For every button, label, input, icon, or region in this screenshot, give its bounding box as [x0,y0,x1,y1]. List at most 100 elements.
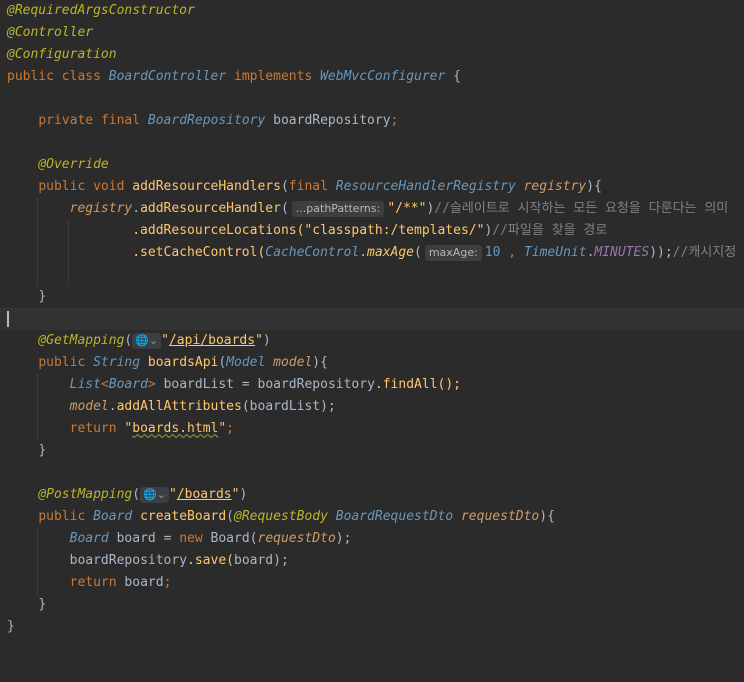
variable: board [124,575,164,590]
current-line[interactable] [0,308,744,330]
class-name: BoardRepository [147,113,266,128]
brace: { [320,355,328,370]
parameter: requestDto [257,531,336,546]
interface-name: WebMvcConfigurer [320,69,446,84]
code-line[interactable]: model.addAllAttributes(boardList); [0,396,744,418]
annotation: @Override [38,157,109,172]
code-line[interactable]: List<Board> boardList = boardRepository.… [0,374,744,396]
class-name: ResourceHandlerRegistry [335,179,516,194]
annotation: @RequestBody [234,509,328,524]
comma: , [508,245,517,260]
indent-guide [68,264,69,286]
paren: ) [239,487,248,502]
code-line[interactable]: private final BoardRepository boardRepos… [0,110,744,132]
comment: //슬레이트로 시작하는 모든 요청을 다룬다는 의미 [434,201,729,216]
globe-icon[interactable]: 🌐⌄ [132,333,162,349]
close-paren: ); [320,399,336,414]
paren: ( [132,487,141,502]
url-link[interactable]: /api/boards [169,333,255,348]
paren: ( [414,245,422,260]
code-line[interactable]: @RequiredArgsConstructor [0,0,744,22]
keyword: public [38,509,86,524]
annotation: @GetMapping [38,333,125,348]
string-quote: " [255,333,263,348]
code-line[interactable]: .setCacheControl(CacheControl.maxAge(max… [0,242,744,264]
parameter-hint: maxAge: [424,245,482,261]
brace: } [7,619,15,634]
class-name: Board [93,509,133,524]
dot: . [108,399,117,414]
number-literal: 10 [484,245,501,260]
variable: boardList [249,399,321,414]
paren: ( [241,399,250,414]
code-line[interactable]: return board; [0,572,744,594]
code-line[interactable]: boardRepository.save(board); [0,550,744,572]
code-line[interactable]: } [0,594,744,616]
code-line[interactable]: @PostMapping(🌐⌄ "/boards") [0,484,744,506]
code-line[interactable] [0,264,744,286]
class-name: BoardRequestDto [335,509,454,524]
code-line[interactable]: public void addResourceHandlers(final Re… [0,176,744,198]
code-line[interactable]: } [0,616,744,638]
code-line[interactable] [0,462,744,484]
class-name: TimeUnit [523,245,587,260]
parameter: model [69,399,109,414]
paren: ( [280,201,289,216]
class-name: CacheControl [265,245,360,260]
code-line[interactable] [0,132,744,154]
paren: ( [249,531,258,546]
parameter: requestDto [460,509,540,524]
close-chain: )); [649,245,673,260]
dot: . [132,201,141,216]
string-literal: "classpath:/templates/" [304,223,485,238]
code-line[interactable]: @Controller [0,22,744,44]
paren: ( [124,333,133,348]
code-line[interactable]: Board board = new Board(requestDto); [0,528,744,550]
text-caret [7,311,9,327]
annotation: @Configuration [7,47,117,62]
brace: { [594,179,602,194]
code-line[interactable]: public Board createBoard(@RequestBody Bo… [0,506,744,528]
method-name: createBoard [140,509,227,524]
paren: ( [280,179,289,194]
code-line[interactable]: registry.addResourceHandler(...pathPatte… [0,198,744,220]
keyword: public [38,355,86,370]
method-call: addAllAttributes [116,399,242,414]
method-call: .findAll(); [374,377,461,392]
method-call: addResourceHandler [140,201,281,216]
globe-icon[interactable]: 🌐⌄ [140,487,169,503]
annotation: @PostMapping [38,487,133,502]
method-name: boardsApi [147,355,219,370]
paren: ( [226,509,234,524]
code-line[interactable]: .addResourceLocations("classpath:/templa… [0,220,744,242]
brace: } [38,289,47,304]
indent-guide [37,264,38,286]
code-line[interactable]: } [0,286,744,308]
code-line[interactable]: public class BoardController implements … [0,66,744,88]
dot: . [359,245,368,260]
code-line[interactable]: @Configuration [0,44,744,66]
keyword: return [69,421,117,436]
brace: } [38,597,47,612]
code-line[interactable]: public String boardsApi(Model model){ [0,352,744,374]
parameter: registry [69,201,133,216]
code-line[interactable]: @Override [0,154,744,176]
code-line[interactable] [0,88,744,110]
code-editor[interactable]: @RequiredArgsConstructor @Controller @Co… [0,0,744,640]
field-name: boardRepository [69,553,188,568]
keyword: implements [234,69,313,84]
code-line[interactable]: } [0,440,744,462]
generic-bracket: < [100,377,109,392]
annotation: @RequiredArgsConstructor [7,3,195,18]
url-link[interactable]: /boards [177,487,232,502]
code-line[interactable]: @GetMapping(🌐⌄ "/api/boards") [0,330,744,352]
variable: boardList [163,377,235,392]
parameter-hint: ...pathPatterns: [291,201,385,217]
variable: board [234,553,274,568]
field-name: boardRepository [257,377,375,392]
semicolon: ; [226,421,234,436]
paren: ) [262,333,271,348]
class-name: Board [69,531,109,546]
class-name: Model [226,355,266,370]
code-line[interactable]: return "boards.html"; [0,418,744,440]
